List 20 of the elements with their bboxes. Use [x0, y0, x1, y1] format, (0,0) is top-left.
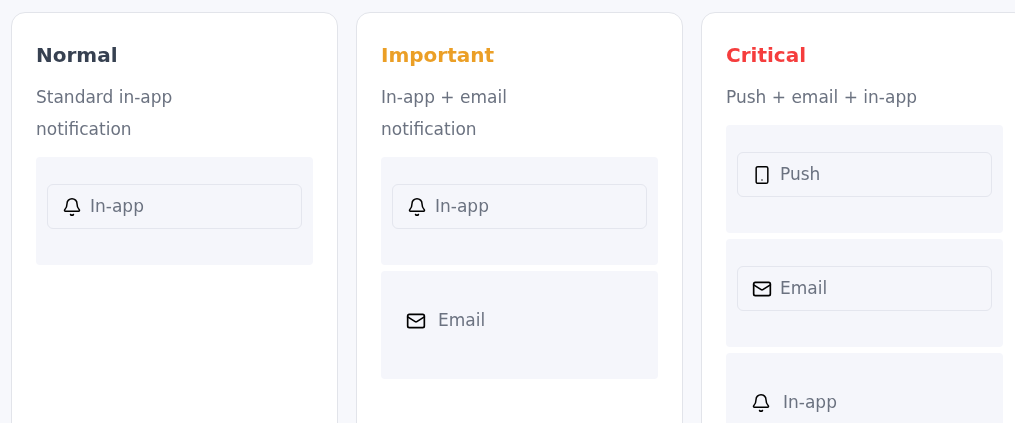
channel-label: Email — [780, 280, 828, 297]
channel-label: Push — [780, 166, 821, 183]
channel-chip[interactable]: Email — [737, 266, 992, 311]
channel-chip[interactable]: In-app — [392, 184, 647, 229]
channel-label: In-app — [90, 198, 144, 215]
bell-icon — [62, 196, 82, 217]
channel-chip[interactable]: In-app — [47, 184, 302, 229]
level-description: Standard in-app notification — [36, 86, 174, 141]
level-description: In-app + email notification — [381, 86, 508, 141]
channel-chip[interactable]: Push — [737, 152, 992, 197]
bell-icon — [407, 196, 427, 217]
level-description: Push + email + in-app — [726, 86, 918, 109]
channel-label: Email — [438, 312, 486, 329]
level-title: Important — [381, 45, 496, 65]
level-title: Normal — [36, 45, 119, 65]
channel-label: In-app — [783, 394, 837, 411]
bell-icon — [751, 392, 771, 413]
phone-icon — [752, 164, 772, 185]
channel-label: In-app — [435, 198, 489, 215]
level-title: Critical — [726, 45, 808, 65]
